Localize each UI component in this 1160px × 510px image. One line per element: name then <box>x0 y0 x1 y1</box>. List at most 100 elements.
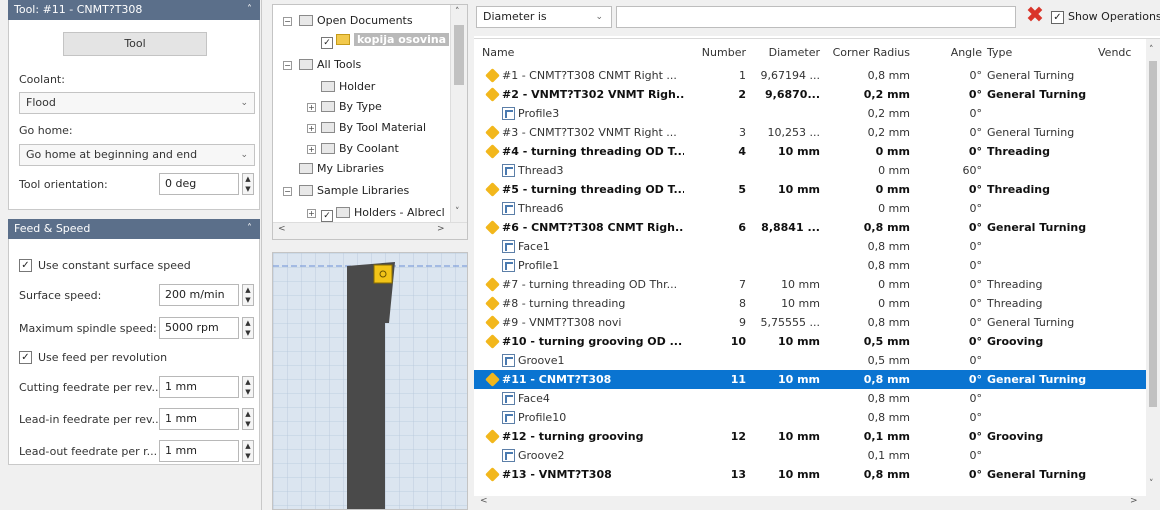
tree-holders-lib[interactable]: ✓ Holders - Albrecl <box>321 204 445 222</box>
scroll-up-icon[interactable]: ˄ <box>455 7 460 17</box>
cutting-feed-input[interactable]: 1 mm <box>159 376 239 398</box>
tree-holders-checkbox[interactable]: ✓ <box>321 210 333 222</box>
leadout-feed-spinner[interactable]: ▲ ▼ <box>242 440 254 462</box>
scroll-right-icon[interactable]: > <box>1130 496 1138 506</box>
operation-row[interactable]: Thread3 0 mm 60° <box>474 161 1146 180</box>
tool-row[interactable]: #6 - CNMT?T308 CNMT Righ... 6 8,8841 ... 0,… <box>474 218 1146 237</box>
cell-number: 9 <box>739 316 746 329</box>
scroll-down-icon[interactable]: ˅ <box>1149 479 1154 489</box>
tree-sample-libraries[interactable]: Sample Libraries <box>299 182 409 200</box>
tool-row[interactable]: #13 - VNMT?T308 13 10 mm 0,8 mm 0° General Tu… <box>474 465 1146 484</box>
column-header-corner-radius[interactable]: Corner Radius <box>824 46 910 59</box>
column-header-vendor[interactable]: Vendc <box>1098 46 1131 59</box>
operation-row[interactable]: Profile3 0,2 mm 0° <box>474 104 1146 123</box>
turning-insert-icon <box>485 429 500 444</box>
cell-radius: 0 mm <box>878 278 910 291</box>
tree-by-type[interactable]: By Type <box>321 98 382 116</box>
filter-input[interactable] <box>616 6 1016 28</box>
tree-all-tools[interactable]: All Tools <box>299 56 361 74</box>
tool-row[interactable]: #2 - VNMT?T302 VNMT Righ... 2 9,6870... 0,2… <box>474 85 1146 104</box>
tool-row[interactable]: #1 - CNMT?T308 CNMT Right ... 1 9,67194 ..… <box>474 66 1146 85</box>
max-spindle-input[interactable]: 5000 rpm <box>159 317 239 339</box>
collapse-toggle[interactable]: − <box>283 187 292 196</box>
tree-horizontal-scrollbar[interactable]: < > <box>273 222 467 239</box>
expand-toggle[interactable]: + <box>307 145 316 154</box>
operation-row[interactable]: Thread6 0 mm 0° <box>474 199 1146 218</box>
coolant-select[interactable]: Flood ⌄ <box>19 92 255 114</box>
cell-angle: 0° <box>969 392 983 405</box>
tool-row[interactable]: #11 - CNMT?T308 11 10 mm 0,8 mm 0° General Tu… <box>474 370 1146 389</box>
css-checkbox[interactable]: ✓ <box>19 259 32 272</box>
scroll-down-icon[interactable]: ˅ <box>455 207 460 217</box>
tool-row[interactable]: #10 - turning grooving OD ... 10 10 mm 0,5 … <box>474 332 1146 351</box>
operation-row[interactable]: Profile10 0,8 mm 0° <box>474 408 1146 427</box>
leadout-feed-input[interactable]: 1 mm <box>159 440 239 462</box>
column-header-diameter[interactable]: Diameter <box>754 46 820 59</box>
expand-toggle[interactable]: + <box>307 124 316 133</box>
operation-row[interactable]: Face1 0,8 mm 0° <box>474 237 1146 256</box>
max-spindle-spinner[interactable]: ▲ ▼ <box>242 317 254 339</box>
tree-document[interactable]: ✓ kopija osovina <box>321 31 450 49</box>
tree-vertical-scrollbar[interactable]: ˄ ˅ <box>450 5 467 223</box>
expand-toggle[interactable]: + <box>307 209 316 218</box>
chevron-up-icon[interactable]: ˄ <box>247 219 252 239</box>
tool-button[interactable]: Tool <box>63 32 207 56</box>
surface-speed-input[interactable]: 200 m/min <box>159 284 239 306</box>
tree-holder[interactable]: Holder <box>321 78 375 96</box>
tool-row[interactable]: #8 - turning threading 8 10 mm 0 mm 0° Thread… <box>474 294 1146 313</box>
tool-row[interactable]: #7 - turning threading OD Thr... 7 10 mm 0 … <box>474 275 1146 294</box>
leadin-feed-spinner[interactable]: ▲ ▼ <box>242 408 254 430</box>
scroll-up-icon[interactable]: ˄ <box>1149 45 1154 55</box>
tool-row[interactable]: #12 - turning grooving 12 10 mm 0,1 mm 0° Gro… <box>474 427 1146 446</box>
column-header-number[interactable]: Number <box>688 46 746 59</box>
tree-open-documents[interactable]: Open Documents <box>299 12 413 30</box>
column-header-angle[interactable]: Angle <box>938 46 982 59</box>
column-header-type[interactable]: Type <box>987 46 1012 59</box>
tool-row[interactable]: #5 - turning threading OD T... 5 10 mm 0 mm… <box>474 180 1146 199</box>
collapse-toggle[interactable]: − <box>283 17 292 26</box>
expand-toggle[interactable]: + <box>307 103 316 112</box>
tool-row[interactable]: #3 - CNMT?T302 VNMT Right ... 3 10,253 ...… <box>474 123 1146 142</box>
scroll-right-icon[interactable]: > <box>437 224 445 234</box>
tree-by-coolant[interactable]: By Coolant <box>321 140 399 158</box>
tool-row[interactable]: #4 - turning threading OD T... 4 10 mm 0 mm… <box>474 142 1146 161</box>
operation-icon <box>502 411 515 424</box>
scroll-left-icon[interactable]: < <box>480 496 488 506</box>
tool-row[interactable]: #9 - VNMT?T308 novi 9 5,75555 ... 0,8 mm 0° G… <box>474 313 1146 332</box>
tool-panel-header[interactable]: Tool: #11 - CNMT?T308 ˄ <box>8 0 260 20</box>
table-horizontal-scrollbar[interactable]: < > <box>474 496 1160 510</box>
scroll-left-icon[interactable]: < <box>278 224 286 234</box>
table-vertical-scrollbar[interactable]: ˄ ˅ <box>1146 39 1160 497</box>
tool-preview <box>272 252 468 510</box>
operation-row[interactable]: Groove2 0,1 mm 0° <box>474 446 1146 465</box>
orientation-spinner[interactable]: ▲ ▼ <box>242 173 254 195</box>
tree-by-material[interactable]: By Tool Material <box>321 119 426 137</box>
show-operations-checkbox[interactable]: ✓ <box>1051 11 1064 24</box>
cutting-feed-spinner[interactable]: ▲ ▼ <box>242 376 254 398</box>
cell-angle: 0° <box>969 126 983 139</box>
operation-row[interactable]: Groove1 0,5 mm 0° <box>474 351 1146 370</box>
filter-field-select[interactable]: Diameter is ⌄ <box>476 6 612 28</box>
scroll-thumb[interactable] <box>1149 61 1157 407</box>
cell-diameter: 10 mm <box>777 145 820 158</box>
gohome-select[interactable]: Go home at beginning and end ⌄ <box>19 144 255 166</box>
leadin-feed-input[interactable]: 1 mm <box>159 408 239 430</box>
fpr-checkbox[interactable]: ✓ <box>19 351 32 364</box>
column-header-name[interactable]: Name <box>482 46 514 59</box>
scroll-thumb[interactable] <box>454 25 464 85</box>
operation-row[interactable]: Profile1 0,8 mm 0° <box>474 256 1146 275</box>
feed-panel-header[interactable]: Feed & Speed ˄ <box>8 219 260 239</box>
library-tree[interactable]: − Open Documents ✓ kopija osovina − All T… <box>272 4 468 240</box>
tree-my-libraries[interactable]: My Libraries <box>299 160 384 178</box>
collapse-toggle[interactable]: − <box>283 61 292 70</box>
surface-speed-spinner[interactable]: ▲ ▼ <box>242 284 254 306</box>
cell-radius: 0,8 mm <box>867 259 910 272</box>
operation-row[interactable]: Face4 0,8 mm 0° <box>474 389 1146 408</box>
tree-my-libraries-label: My Libraries <box>317 162 385 175</box>
chevron-up-icon[interactable]: ˄ <box>247 0 252 20</box>
cell-type: General Turning <box>987 468 1087 481</box>
clear-filter-icon[interactable]: ✖ <box>1025 5 1045 27</box>
feed-panel: ✓ Use constant surface speed Surface spe… <box>8 239 260 465</box>
orientation-input[interactable]: 0 deg <box>159 173 239 195</box>
tree-document-checkbox[interactable]: ✓ <box>321 37 333 49</box>
